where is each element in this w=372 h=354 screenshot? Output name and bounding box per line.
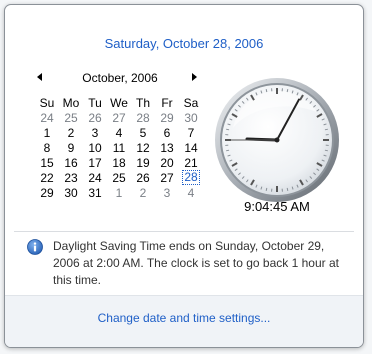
dst-notice: Daylight Saving Time ends on Sunday, Oct… (53, 239, 339, 287)
calendar-day[interactable]: 23 (59, 170, 83, 185)
weekday-label: Fr (161, 95, 173, 110)
calendar-day[interactable]: 7 (179, 125, 203, 140)
calendar-day[interactable]: 10 (83, 140, 107, 155)
clock-minute-tick (265, 89, 268, 93)
clock-minute-tick (226, 128, 230, 131)
calendar-day[interactable]: 17 (83, 155, 107, 170)
calendar-day[interactable]: 25 (59, 110, 83, 125)
divider (14, 231, 354, 232)
calendar-day[interactable]: 5 (131, 125, 155, 140)
clock-face (215, 78, 339, 202)
calendar-week-row: 22 23 24 25 26 27 28 (35, 170, 203, 185)
triangle-right-icon[interactable] (188, 71, 200, 83)
calendar-day[interactable]: 30 (179, 110, 203, 125)
clock-minute-tick (226, 149, 230, 152)
calendar-day[interactable]: 28 (131, 110, 155, 125)
weekday-label: Th (135, 95, 150, 110)
calendar-day[interactable]: 27 (155, 170, 179, 185)
calendar-day[interactable]: 2 (131, 185, 155, 200)
calendar-day[interactable]: 4 (107, 125, 131, 140)
weekday-label: Tu (88, 95, 102, 110)
calendar-day[interactable]: 25 (107, 170, 131, 185)
calendar-day[interactable]: 11 (107, 140, 131, 155)
weekday-header-row: Su Mo Tu We Th Fr Sa (35, 95, 203, 110)
calendar-day[interactable]: 21 (179, 155, 203, 170)
calendar-day[interactable]: 1 (35, 125, 59, 140)
calendar-day[interactable]: 13 (155, 140, 179, 155)
calendar-day[interactable]: 14 (179, 140, 203, 155)
analog-clock (213, 76, 341, 204)
digital-time: 9:04:45 AM (244, 199, 310, 214)
calendar-day[interactable]: 15 (35, 155, 59, 170)
calendar-day[interactable]: 24 (83, 170, 107, 185)
calendar-grid: Su Mo Tu We Th Fr Sa 24 25 26 27 28 29 30 1 2 3 4 5… (35, 95, 203, 200)
calendar-week-row: 29 30 31 1 2 3 4 (35, 185, 203, 200)
calendar-day[interactable]: 27 (107, 110, 131, 125)
calendar-week-row: 1234567 (35, 125, 203, 140)
calendar-week-row: 24 25 26 27 28 29 30 (35, 110, 203, 125)
calendar-day[interactable]: 20 (155, 155, 179, 170)
weekday-label: Mo (62, 95, 80, 110)
weekday-label: Sa (183, 95, 199, 110)
calendar-day[interactable]: 4 (179, 185, 203, 200)
calendar-day[interactable]: 16 (59, 155, 83, 170)
calendar-days: 24 25 26 27 28 29 30 1 2 3 4 5 6 7 8 9 10 11 12 13 14 15 16 17 1… (35, 110, 203, 200)
footer-bar: Change date and time settings... (5, 295, 363, 347)
calendar-week-row: 8 9 10 11 12 13 14 (35, 140, 203, 155)
calendar-day[interactable]: 6 (155, 125, 179, 140)
calendar-day[interactable]: 22 (35, 170, 59, 185)
calendar-day[interactable]: 26 (131, 170, 155, 185)
calendar-day[interactable]: 3 (155, 185, 179, 200)
calendar-day[interactable]: 8 (35, 140, 59, 155)
calendar-day[interactable]: 3 (83, 125, 107, 140)
weekday-label: We (110, 95, 128, 110)
date-time-flyout: Saturday, October 28, 2006 October, 2006… (4, 4, 364, 348)
clock-minute-tick (286, 187, 289, 191)
calendar-day[interactable]: 30 (59, 185, 83, 200)
month-title[interactable]: October, 2006 (59, 71, 181, 85)
weekday-label: Su (39, 95, 55, 110)
calendar-week-row: 15 16 17 18 19 20 21 (35, 155, 203, 170)
calendar-day[interactable]: 2 (59, 125, 83, 140)
clock-minute-tick (286, 89, 289, 93)
calendar-day[interactable]: 1 (107, 185, 131, 200)
change-date-time-settings-link[interactable]: Change date and time settings... (5, 311, 363, 325)
triangle-left-icon[interactable] (34, 71, 46, 83)
calendar-day[interactable]: 29 (155, 110, 179, 125)
calendar-day[interactable]: 18 (107, 155, 131, 170)
calendar-day-today[interactable]: 28 (179, 170, 203, 185)
calendar-day[interactable]: 29 (35, 185, 59, 200)
calendar-day[interactable]: 12 (131, 140, 155, 155)
calendar-day[interactable]: 24 (35, 110, 59, 125)
calendar-day[interactable]: 9 (59, 140, 83, 155)
clock-minute-tick (324, 149, 328, 152)
calendar-day[interactable]: 31 (83, 185, 107, 200)
calendar-day[interactable]: 26 (83, 110, 107, 125)
info-icon (27, 239, 43, 255)
long-date-link[interactable]: Saturday, October 28, 2006 (5, 36, 363, 51)
calendar-day[interactable]: 19 (131, 155, 155, 170)
clock-minute-tick (324, 128, 328, 131)
clock-minute-tick (265, 187, 268, 191)
